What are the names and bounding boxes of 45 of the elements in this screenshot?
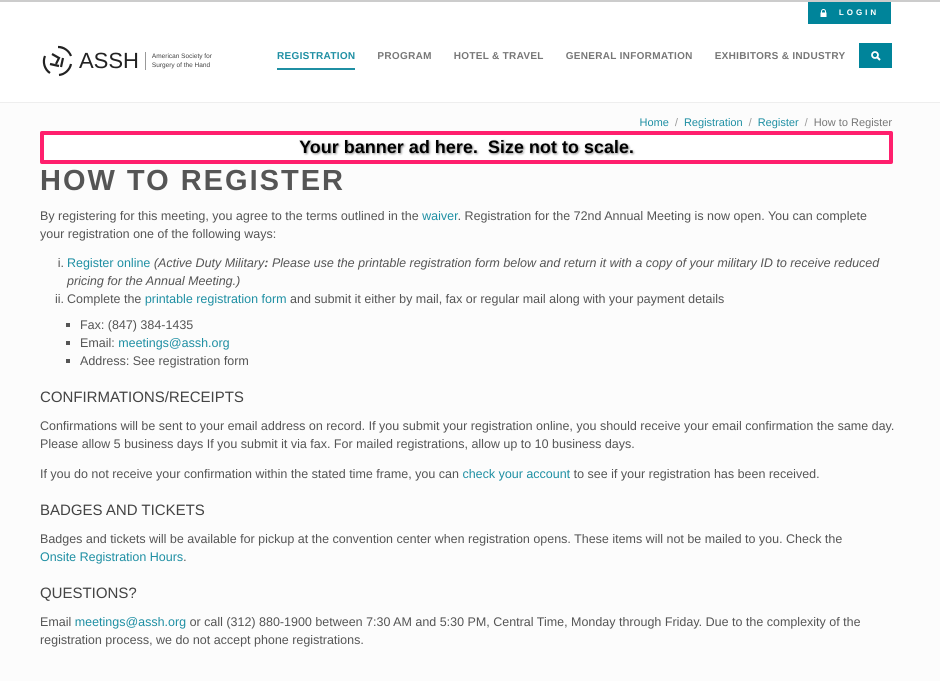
section-heading: QUESTIONS? [40, 584, 138, 604]
list-item-text: Complete the printable registration form and submit it either by mail, fax or regular mail along with your payment details [67, 291, 726, 308]
breadcrumb-link[interactable]: Home [640, 115, 669, 132]
paragraph: Confirmations will be sent to your email address on record. If you submit your registration online, you should receive your email confirmation the same day. Please allow 5 business days If you submit it via fax. For mailed registrations, allow up to 10 business days. [40, 418, 896, 453]
paragraph: If you do not receive your confirmation within the stated time frame, you can check your account to see if your registration has been received. [40, 466, 821, 483]
bullet-icon [66, 323, 70, 327]
bullet-icon [66, 341, 70, 345]
text-link[interactable]: meetings@assh.org [74, 615, 186, 629]
search-icon [870, 50, 880, 60]
breadcrumb-current: How to Register [814, 116, 892, 132]
breadcrumb-separator: / [804, 116, 808, 132]
breadcrumb-link[interactable]: Registration [684, 115, 743, 132]
lock-icon [820, 9, 827, 17]
list-item-text: Address: See registration form [80, 353, 249, 370]
banner-text: Your banner ad here. Size not to scale. [299, 136, 634, 159]
section-heading: CONFIRMATIONS/RECEIPTS [40, 388, 245, 408]
intro-paragraph: By registering for this meeting, you agree to the terms outlined in the waiver. Registration for the 72nd Annual Meeting is now open. You can complete your registration one of the following ways: [40, 208, 868, 243]
text-link[interactable]: waiver [422, 209, 458, 223]
nav-tab[interactable]: GENERAL INFORMATION [566, 49, 693, 70]
nav-tab[interactable]: HOTEL & TRAVEL [454, 49, 544, 70]
paragraph: Email meetings@assh.org or call (312) 880-1900 between 7:30 AM and 5:30 PM, Central Time, Monday through Friday. Due to the complexity of the registration process, we do not accept phone registrations. [40, 614, 862, 649]
nav-tab[interactable]: EXHIBITORS & INDUSTRY [714, 49, 846, 70]
text-link[interactable]: Onsite Registration Hours [40, 550, 184, 564]
nav-tab[interactable]: REGISTRATION [277, 49, 356, 70]
search-button[interactable] [859, 43, 892, 68]
breadcrumb-separator: / [748, 116, 752, 132]
list-item-text: Register online (Active Duty Military: Please use the printable registration form below and return it with a copy of your military ID to receive reduced pricing for the Annual Meeting.) [67, 255, 880, 290]
list-item-text: Email: meetings@assh.org [80, 335, 230, 352]
list-marker: ii. [54, 291, 65, 308]
text-link[interactable]: Register online [67, 256, 150, 270]
nav-tab[interactable]: PROGRAM [377, 49, 432, 70]
text-link[interactable]: printable registration form [144, 292, 287, 306]
list-marker: i. [56, 255, 65, 272]
logo-icon [41, 44, 75, 78]
text-link[interactable]: check your account [462, 467, 570, 481]
page-title: HOW TO REGISTER [40, 165, 346, 197]
logo-text: ASSH [79, 50, 139, 72]
paragraph: Badges and tickets will be available for pickup at the convention center when registration opens. These items will not be mailed to you. Check the Onsite Registration Hours. [40, 531, 844, 566]
breadcrumb-separator: / [674, 116, 678, 132]
login-button[interactable]: LOGIN [808, 2, 891, 24]
breadcrumb-link[interactable]: Register [758, 115, 799, 132]
section-heading: BADGES AND TICKETS [40, 501, 206, 521]
list-item-text: Fax: (847) 384-1435 [80, 317, 194, 334]
text-link[interactable]: meetings@assh.org [118, 336, 230, 350]
bullet-icon [66, 359, 70, 363]
